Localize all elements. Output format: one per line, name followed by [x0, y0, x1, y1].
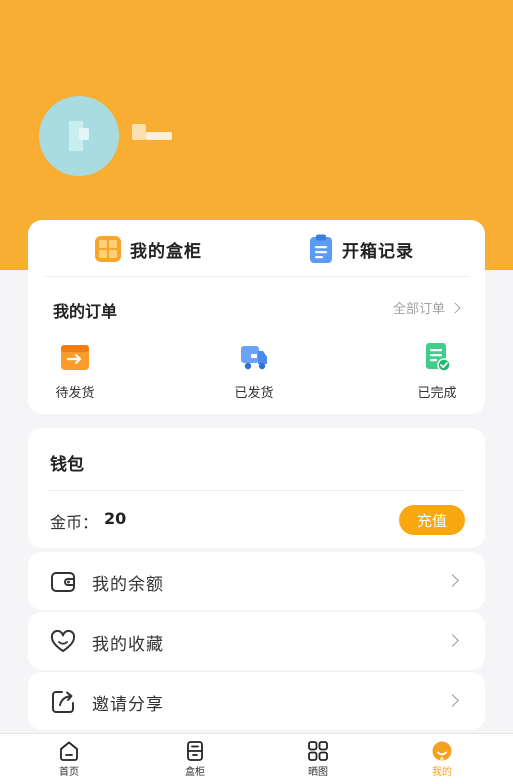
menu-invite-label: 邀请分享: [92, 695, 164, 715]
tab-home[interactable]: 首页: [39, 740, 99, 778]
order-pending-label: 待发货: [55, 386, 95, 401]
truck-icon: [241, 346, 267, 370]
all-orders-label: 全部订单: [392, 302, 445, 317]
tab-mine-label: 我的: [432, 767, 452, 778]
tab-mine[interactable]: 我的: [412, 740, 472, 778]
menu-balance-label: 我的余额: [92, 575, 164, 595]
wallet-card: 钱包 金币： 20 充值: [28, 428, 485, 548]
wallet-icon: [51, 572, 75, 592]
order-completed[interactable]: 已完成: [412, 342, 462, 401]
chevron-right-icon: [446, 634, 459, 647]
bottom-tab-bar: 首页 盒柜 晒图 我的: [0, 733, 513, 784]
tab-cabinet[interactable]: 盒柜: [165, 740, 225, 778]
chevron-right-icon: [446, 694, 459, 707]
order-pending[interactable]: 待发货: [50, 342, 100, 401]
order-completed-label: 已完成: [417, 386, 457, 401]
my-locker-label: 我的盒柜: [130, 241, 202, 262]
order-shipped-label: 已发货: [234, 386, 274, 401]
completed-doc-icon: [426, 343, 451, 372]
username-blurred[interactable]: [132, 124, 172, 142]
coin-label: 金币：: [50, 513, 99, 532]
quick-links: 我的盒柜 开箱记录: [28, 220, 485, 277]
profile-icon: [432, 741, 452, 761]
orders-title: 我的订单: [53, 302, 118, 321]
coin-value: 20: [104, 509, 127, 528]
open-record-link[interactable]: 开箱记录: [308, 234, 414, 264]
chevron-right-icon: [446, 574, 459, 587]
my-locker-link[interactable]: 我的盒柜: [94, 234, 202, 264]
order-shipped[interactable]: 已发货: [229, 342, 279, 401]
pending-shipment-icon: [61, 345, 89, 370]
gallery-icon: [308, 741, 328, 761]
wallet-title: 钱包: [50, 455, 84, 475]
recharge-button[interactable]: 充值: [399, 505, 465, 535]
menu-favorites-label: 我的收藏: [92, 635, 164, 655]
clipboard-icon: [310, 234, 332, 263]
menu-invite[interactable]: 邀请分享: [28, 672, 485, 730]
orders-card: 我的盒柜 开箱记录 我的订单 全部订单 待发货 已发货 已完成: [28, 220, 485, 414]
open-record-label: 开箱记录: [342, 241, 414, 262]
tab-home-label: 首页: [59, 767, 79, 778]
home-icon: [60, 741, 78, 761]
menu-favorites[interactable]: 我的收藏: [28, 612, 485, 670]
tab-cabinet-label: 盒柜: [185, 767, 205, 778]
menu-balance[interactable]: 我的余额: [28, 552, 485, 610]
grid-box-icon: [95, 236, 121, 262]
tab-gallery-label: 晒图: [308, 767, 328, 778]
chevron-right-icon: [449, 301, 461, 314]
avatar[interactable]: [39, 96, 119, 176]
tab-gallery[interactable]: 晒图: [288, 740, 348, 778]
heart-icon: [50, 629, 76, 652]
share-icon: [52, 691, 74, 713]
all-orders-link[interactable]: 全部订单: [392, 298, 461, 317]
cabinet-icon: [187, 741, 203, 761]
